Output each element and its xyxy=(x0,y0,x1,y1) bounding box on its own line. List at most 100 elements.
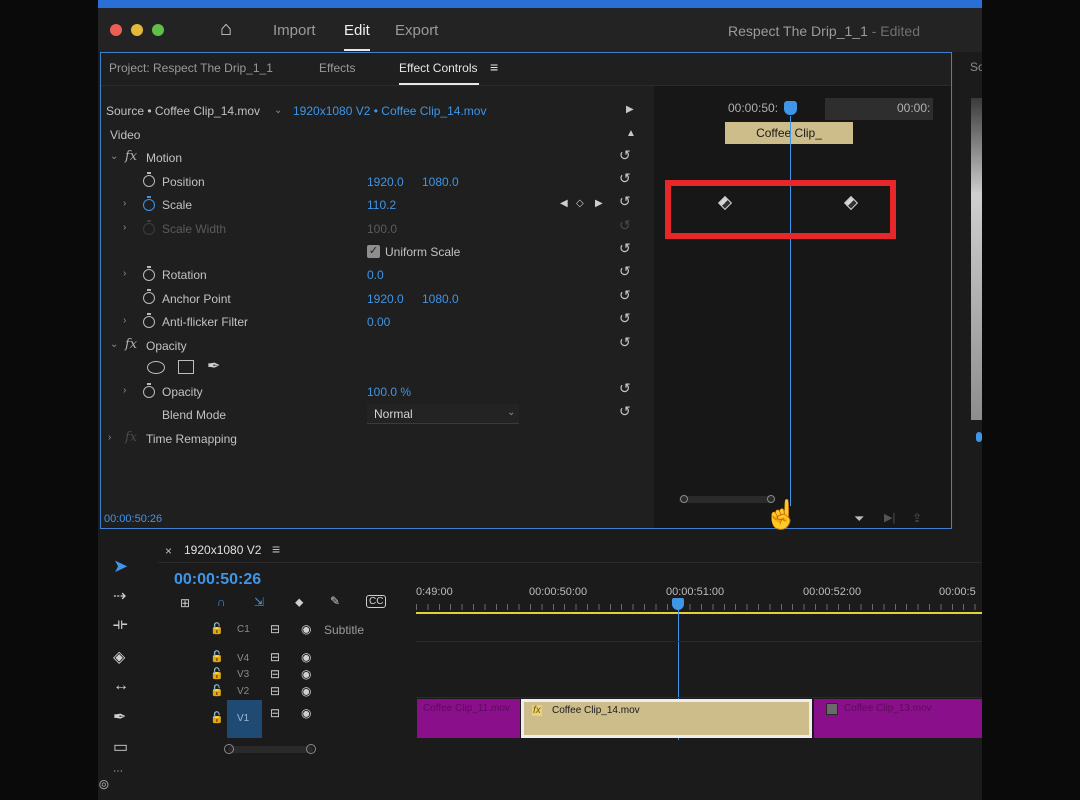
timeline-settings-icon[interactable]: ✎ xyxy=(330,594,340,608)
v1-output-icon[interactable]: ⊟ xyxy=(270,706,280,720)
lock-v3-icon[interactable]: 🔓 xyxy=(210,667,224,680)
mini-timeline-zoom-bar[interactable] xyxy=(679,496,774,503)
zoom-handle-left[interactable] xyxy=(680,495,688,503)
opacity-collapse-icon[interactable]: ⌄ xyxy=(110,339,118,350)
track-c1-label[interactable]: C1 xyxy=(237,624,250,635)
reset-position-icon[interactable]: ↺ xyxy=(619,170,631,187)
snap-icon[interactable]: ∩ xyxy=(217,595,226,609)
reset-anchor-point-icon[interactable]: ↺ xyxy=(619,287,631,304)
reset-anti-flicker-icon[interactable]: ↺ xyxy=(619,310,631,327)
insert-sequence-nest-icon[interactable]: ⊞ xyxy=(180,596,190,610)
sequence-close-icon[interactable]: × xyxy=(165,544,172,558)
rectangle-mask-icon[interactable] xyxy=(178,360,194,374)
reset-opacity-icon[interactable]: ↺ xyxy=(619,380,631,397)
anchor-point-x-value[interactable]: 1920.0 xyxy=(367,292,404,306)
scale-expand-icon[interactable]: › xyxy=(123,198,126,209)
v3-output-icon[interactable]: ⊟ xyxy=(270,667,280,681)
fx-motion-icon[interactable]: fx xyxy=(125,149,137,164)
blend-mode-select[interactable]: Normal ⌄ xyxy=(367,404,519,424)
time-remapping-expand-icon[interactable]: › xyxy=(108,432,111,443)
lock-v4-icon[interactable]: 🔓 xyxy=(210,650,224,663)
clip-selected[interactable]: fx Coffee Clip_14.mov xyxy=(521,699,812,738)
reset-blend-mode-icon[interactable]: ↺ xyxy=(619,403,631,420)
pen-tool-icon[interactable]: ✒ xyxy=(113,707,126,727)
timeline-playhead-handle[interactable] xyxy=(672,598,684,610)
program-playhead[interactable] xyxy=(976,432,982,442)
track-v3-label[interactable]: V3 xyxy=(237,669,249,680)
v4-visibility-icon[interactable]: ◉ xyxy=(301,650,311,664)
position-x-value[interactable]: 1920.0 xyxy=(367,175,404,189)
selection-tool-icon[interactable]: ➤ xyxy=(113,556,128,577)
rectangle-tool-icon[interactable]: ▭ xyxy=(113,737,128,757)
rotation-value[interactable]: 0.0 xyxy=(367,268,384,282)
program-tab-fragment[interactable]: So xyxy=(970,60,982,74)
home-icon[interactable]: ⌂ xyxy=(220,18,232,41)
current-time-display[interactable]: 00:00:50:26 xyxy=(104,513,162,525)
mini-playhead-handle[interactable] xyxy=(784,101,797,115)
blend-mode-dropdown-icon[interactable]: ⌄ xyxy=(507,407,515,418)
lock-c1-icon[interactable]: 🔓 xyxy=(210,622,224,635)
clip-right[interactable]: Coffee Clip_13.mov xyxy=(814,699,982,738)
work-area-bar[interactable] xyxy=(416,612,982,614)
add-keyframe-icon[interactable]: ◇ xyxy=(576,198,584,209)
next-keyframe-icon[interactable]: ▶ xyxy=(595,198,603,209)
reset-opacity-section-icon[interactable]: ↺ xyxy=(619,334,631,351)
filter-icon[interactable]: ⏷ xyxy=(854,511,864,527)
anchor-point-stopwatch-icon[interactable] xyxy=(143,289,155,304)
anti-flicker-expand-icon[interactable]: › xyxy=(123,315,126,326)
sequence-clip-label[interactable]: 1920x1080 V2 • Coffee Clip_14.mov xyxy=(293,104,486,118)
panel-menu-icon[interactable]: ≡ xyxy=(490,59,498,75)
anti-flicker-value[interactable]: 0.00 xyxy=(367,315,390,329)
tab-effects[interactable]: Effects xyxy=(319,61,355,75)
timeline-zoom-bar[interactable] xyxy=(228,746,313,753)
pen-mask-icon[interactable]: ✒ xyxy=(207,356,220,376)
opacity-expand-icon[interactable]: › xyxy=(123,385,126,396)
opacity-value[interactable]: 100.0 % xyxy=(367,385,411,399)
scale-width-expand-icon[interactable]: › xyxy=(123,222,126,233)
track-select-tool-icon[interactable]: ⇢ xyxy=(113,586,126,606)
reset-motion-icon[interactable]: ↺ xyxy=(619,147,631,164)
fx-opacity-icon[interactable]: fx xyxy=(125,337,137,352)
anchor-point-y-value[interactable]: 1080.0 xyxy=(422,292,459,306)
captions-icon[interactable]: CC xyxy=(366,595,387,608)
v2-output-icon[interactable]: ⊟ xyxy=(270,684,280,698)
tab-import[interactable]: Import xyxy=(273,22,316,39)
sequence-timecode[interactable]: 00:00:50:26 xyxy=(174,571,261,589)
fx-time-remapping-icon[interactable]: fx xyxy=(125,430,137,445)
position-stopwatch-icon[interactable] xyxy=(143,172,155,187)
track-v1-target[interactable]: V1 xyxy=(227,700,262,738)
opacity-stopwatch-icon[interactable] xyxy=(143,383,155,398)
close-window-button[interactable] xyxy=(110,24,122,36)
anti-flicker-stopwatch-icon[interactable] xyxy=(143,313,155,328)
razor-tool-icon[interactable]: ◈ xyxy=(113,647,125,667)
sequence-menu-icon[interactable]: ≡ xyxy=(272,541,280,557)
source-label[interactable]: Source • Coffee Clip_14.mov xyxy=(106,104,260,118)
previous-keyframe-icon[interactable]: ◀ xyxy=(560,198,568,209)
reset-rotation-icon[interactable]: ↺ xyxy=(619,263,631,280)
lock-v1-icon[interactable]: 🔓 xyxy=(210,711,224,724)
tab-edit[interactable]: Edit xyxy=(344,22,370,39)
c1-output-icon[interactable]: ⊟ xyxy=(270,622,280,636)
track-v2-label[interactable]: V2 xyxy=(237,686,249,697)
timeline-zoom-left-handle[interactable] xyxy=(224,744,234,754)
c1-visibility-icon[interactable]: ◉ xyxy=(301,622,311,636)
slip-tool-icon[interactable]: ↔ xyxy=(113,677,129,695)
sequence-tab[interactable]: 1920x1080 V2 xyxy=(184,543,261,557)
uniform-scale-checkbox[interactable]: ✓ xyxy=(367,245,380,258)
v1-visibility-icon[interactable]: ◉ xyxy=(301,706,311,720)
scale-value[interactable]: 110.2 xyxy=(367,198,396,212)
position-y-value[interactable]: 1080.0 xyxy=(422,175,459,189)
reset-scale-icon[interactable]: ↺ xyxy=(619,193,631,210)
track-v4-label[interactable]: V4 xyxy=(237,653,249,664)
v3-visibility-icon[interactable]: ◉ xyxy=(301,667,311,681)
zoom-window-button[interactable] xyxy=(152,24,164,36)
v4-output-icon[interactable]: ⊟ xyxy=(270,650,280,664)
ellipse-mask-icon[interactable] xyxy=(147,361,165,374)
mini-timeline-clip[interactable]: Coffee Clip_ xyxy=(725,122,853,144)
clip-left[interactable]: Coffee Clip_11.mov xyxy=(417,699,520,738)
motion-collapse-icon[interactable]: ⌄ xyxy=(110,151,118,162)
minimize-window-button[interactable] xyxy=(131,24,143,36)
lock-v2-icon[interactable]: 🔓 xyxy=(210,684,224,697)
reset-uniform-scale-icon[interactable]: ↺ xyxy=(619,240,631,257)
rotation-expand-icon[interactable]: › xyxy=(123,268,126,279)
